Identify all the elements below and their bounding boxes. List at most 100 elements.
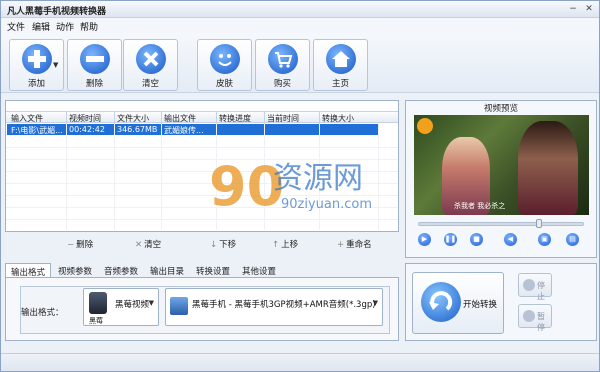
arrow-down-icon: ↓ [210,240,218,250]
cell-duration: 00:42:42 [69,125,105,134]
device-caption: 黑莓 [89,317,103,325]
tab-output-format[interactable]: 输出格式 [5,263,52,278]
channel-logo-icon [417,118,433,134]
pause-icon [523,310,535,322]
cell-output-file: 武媚娘传... [164,126,204,135]
app-window: 凡人黑莓手机视频转换器 − ✕ 文件 编辑 动作 帮助 添加 ▼ 删除 清空 皮… [0,0,600,372]
move-down-label: 下移 [219,240,237,250]
chevron-down-icon: ▼ [148,299,154,307]
format-select-value: 黑莓手机 - 黑莓手机3GP视频+AMR音频(*.3gp) [192,300,376,310]
pause-icon[interactable]: ❚❚ [444,233,457,246]
window-title: 凡人黑莓手机视频转换器 [7,7,107,17]
minus-icon: − [67,240,75,250]
close-button[interactable]: ✕ [583,3,595,15]
rename-label: 重命名 [346,240,372,250]
clear-button[interactable]: 清空 [123,39,178,91]
minus-icon [80,44,110,74]
pause-button[interactable]: 暂停 [518,304,552,332]
arrow-up-icon: ↑ [272,240,280,250]
chevron-down-icon: ▼ [372,299,378,307]
home-button-label: 主页 [331,79,349,89]
delete-button[interactable]: 删除 [67,39,122,91]
col-duration[interactable]: 视频时间 [69,113,101,124]
device-select[interactable]: 黑莓 黑莓视频 ▼ [83,288,159,326]
cell-size: 346.67MB [117,125,158,134]
tab-audio-params[interactable]: 音频参数 [99,263,143,278]
col-input-file[interactable]: 输入文件 [11,113,43,124]
preview-title: 视频预览 [483,104,518,114]
cart-icon [268,44,298,74]
add-dropdown-arrow[interactable]: ▼ [53,61,58,69]
output-format-label: 输出格式： [21,308,64,318]
play-icon[interactable]: ▶ [418,233,431,246]
add-button-label: 添加 [27,79,45,89]
settings-tabs: 输出格式 视频参数 音频参数 输出目录 转换设置 其他设置 [5,263,399,278]
rename-button[interactable]: + 重命名 [337,238,372,250]
seek-handle[interactable] [536,219,542,228]
seek-bar[interactable] [418,222,584,226]
volume-icon[interactable]: ◀ [504,233,517,246]
status-bar [1,353,599,371]
blackberry-phone-icon [89,292,107,314]
move-up-button[interactable]: ↑ 上移 [272,238,298,250]
list-clear-label: 清空 [144,240,162,250]
video-frame: 杀我者 我必杀之 [414,115,589,215]
home-button[interactable]: 主页 [313,39,368,91]
plus-icon: + [337,240,345,250]
format-cube-icon [170,297,188,315]
site-watermark: 90 资源网 90ziyuan.com [209,159,399,219]
delete-button-label: 删除 [85,79,103,89]
start-convert-label: 开始转换 [463,300,498,310]
buy-button[interactable]: 购买 [255,39,310,91]
stop-icon [523,279,535,291]
col-converted-size[interactable]: 转换大小 [322,113,354,124]
video-figure-right [518,121,578,215]
tab-video-params[interactable]: 视频参数 [53,263,97,278]
list-delete-button[interactable]: − 删除 [67,238,93,250]
list-clear-button[interactable]: ✕ 清空 [135,238,161,250]
list-action-bar: − 删除 ✕ 清空 ↓ 下移 ↑ 上移 + 重命名 [5,235,399,253]
x-icon [136,44,166,74]
tab-other-settings[interactable]: 其他设置 [237,263,281,278]
stop-button[interactable]: 停止 [518,273,552,301]
title-bar: 凡人黑莓手机视频转换器 − ✕ [1,1,599,18]
col-current-time[interactable]: 当前时间 [267,113,299,124]
refresh-arrow-icon [421,282,461,322]
folder-icon[interactable]: ▤ [566,233,579,246]
table-row[interactable]: F:\电影\武媚... 00:42:42 346.67MB 武媚娘传... [7,124,378,135]
stop-label: 停止 [537,281,545,301]
file-list-header: 输入文件 视频时间 文件大小 输出文件 转换进度 当前时间 转换大小 [6,111,398,124]
skin-button[interactable]: 皮肤 [197,39,252,91]
smiley-icon [210,44,240,74]
menu-file[interactable]: 文件 [7,20,25,33]
move-up-label: 上移 [281,240,299,250]
home-icon [326,44,356,74]
menu-bar: 文件 编辑 动作 帮助 [1,18,599,33]
move-down-button[interactable]: ↓ 下移 [210,238,236,250]
snapshot-icon[interactable]: ▣ [538,233,551,246]
watermark-url: 90ziyuan.com [281,197,373,212]
format-select[interactable]: 黑莓手机 - 黑莓手机3GP视频+AMR音频(*.3gp) ▼ [165,288,383,326]
tab-output-dir[interactable]: 输出目录 [145,263,189,278]
pause-label: 暂停 [537,312,545,332]
menu-action[interactable]: 动作 [56,20,74,33]
list-delete-label: 删除 [76,240,94,250]
start-convert-button[interactable]: 开始转换 [412,272,504,334]
col-progress[interactable]: 转换进度 [219,113,251,124]
menu-help[interactable]: 帮助 [80,20,98,33]
tab-convert-settings[interactable]: 转换设置 [191,263,235,278]
cell-input-file: F:\电影\武媚... [11,126,63,135]
plus-icon [22,44,52,74]
skin-button-label: 皮肤 [215,79,233,89]
watermark-chinese: 资源网 [273,161,363,196]
col-size[interactable]: 文件大小 [117,113,149,124]
clear-button-label: 清空 [141,79,159,89]
video-preview-panel: 视频预览 杀我者 我必杀之 ▶ ❚❚ ■ ◀ ▣ ▤ [405,100,597,258]
col-output-file[interactable]: 输出文件 [164,113,196,124]
stop-icon[interactable]: ■ [470,233,483,246]
minimize-button[interactable]: − [567,3,579,15]
video-subtitle: 杀我者 我必杀之 [454,202,506,210]
menu-edit[interactable]: 编辑 [32,20,50,33]
device-select-value: 黑莓视频 [115,300,150,310]
buy-button-label: 购买 [273,79,291,89]
